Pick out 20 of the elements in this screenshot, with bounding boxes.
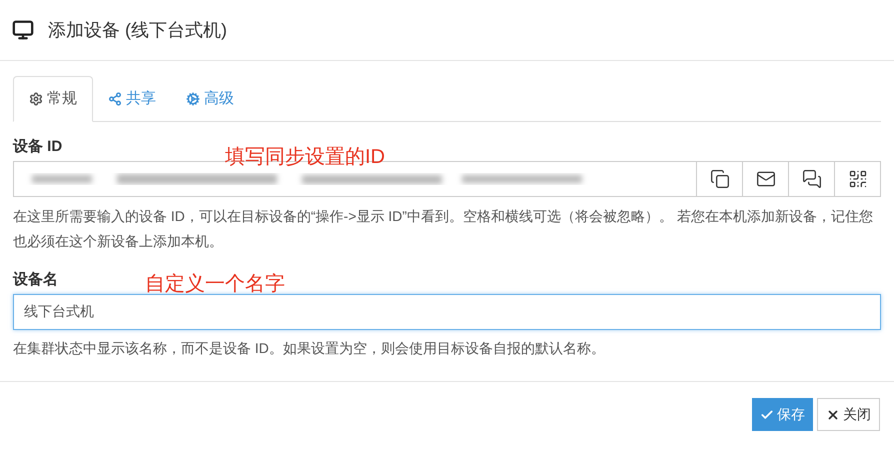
- help-text: 在这里所需要输入的设备 ID，可以在目标设备的“操作->显示 ID”中看到。空格和横线可选（将会被忽略）。 若您在本机添加新设备，记住您也必须在这个新设备上添加本机。: [13, 207, 874, 251]
- gears-icon: [186, 92, 200, 106]
- settings-icon: [29, 92, 43, 106]
- check-icon: [760, 408, 774, 422]
- device-name-field[interactable]: 线下台式机: [13, 294, 881, 330]
- field-label: 设备名: [13, 271, 58, 288]
- close-icon: [826, 408, 840, 422]
- share-icon: [108, 92, 122, 106]
- envelope-icon: [756, 169, 776, 189]
- field-label: 设备 ID: [13, 138, 62, 155]
- close-button[interactable]: 关闭: [817, 398, 880, 431]
- annotation: 自定义一个名字: [145, 272, 285, 297]
- monitor-icon: [12, 19, 34, 41]
- annotation: 填写同步设置的ID: [225, 145, 385, 170]
- speech-bubbles-icon: [802, 169, 822, 189]
- help-text: 在集群状态中显示该名称，而不是设备 ID。如果设置为空，则会使用目标设备自报的默认名称。: [13, 339, 606, 358]
- dialog-title: 添加设备 (线下台式机): [48, 18, 227, 42]
- qr-code-icon: [848, 169, 868, 189]
- tab[interactable]: 常规: [13, 76, 93, 122]
- copy-icon: [710, 169, 730, 189]
